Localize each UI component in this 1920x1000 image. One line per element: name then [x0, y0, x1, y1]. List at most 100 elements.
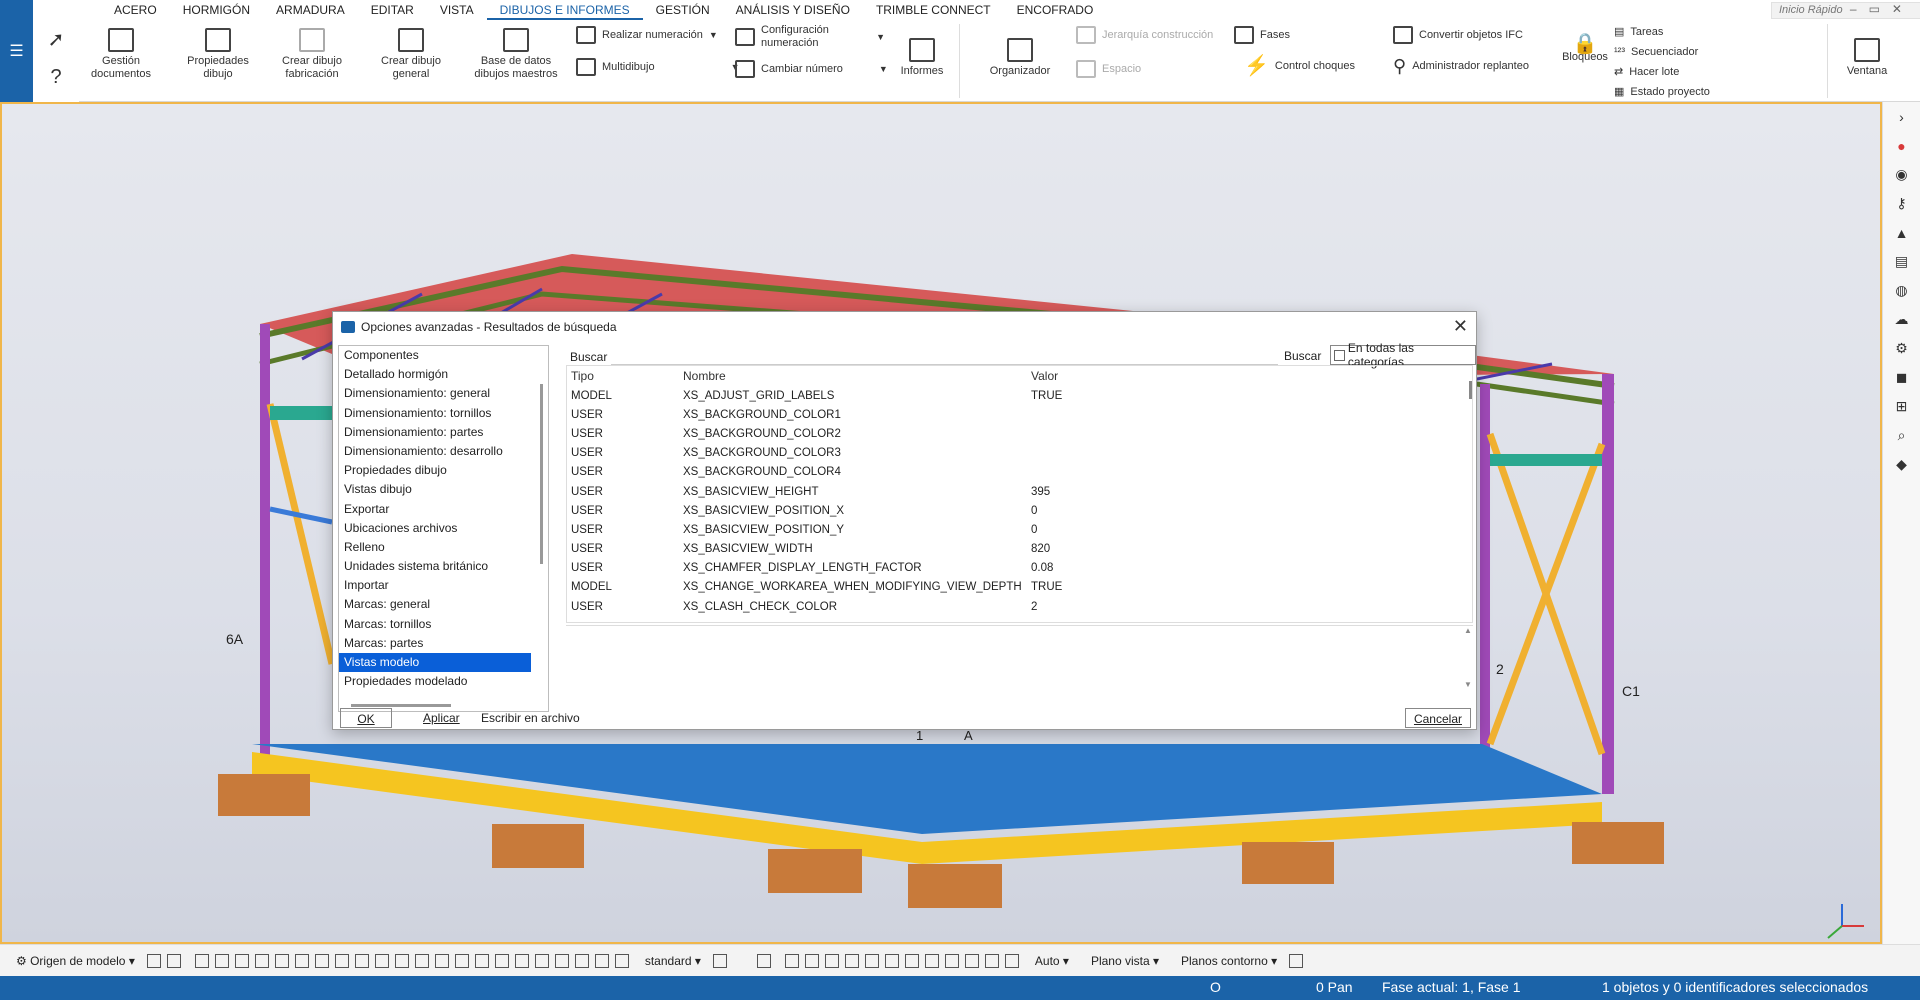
category-item[interactable]: Exportar — [339, 500, 548, 519]
ok-button[interactable]: OK — [340, 708, 392, 728]
category-item[interactable]: Dimensionamiento: partes — [339, 423, 548, 442]
select-icon[interactable] — [394, 953, 409, 968]
snap-shape-icon[interactable] — [884, 953, 899, 968]
trimble-icon[interactable]: ● — [1883, 131, 1920, 160]
snap-shape-icon[interactable] — [964, 953, 979, 968]
select-icon[interactable] — [294, 953, 309, 968]
write-file-button[interactable]: Escribir en archivo — [473, 708, 588, 728]
dialog-titlebar[interactable]: Opciones avanzadas - Resultados de búsqu… — [333, 312, 1476, 342]
category-item[interactable]: Vistas dibujo — [339, 480, 548, 499]
components-icon[interactable]: ⊞ — [1883, 392, 1920, 421]
globe-icon[interactable]: ◍ — [1883, 276, 1920, 305]
base-datos-button[interactable]: Base de datos dibujos maestros — [473, 28, 559, 81]
convertir-ifc-button[interactable]: Convertir objetos IFC — [1393, 26, 1523, 44]
select-icon[interactable] — [254, 953, 269, 968]
settings-key-icon[interactable]: ⚷ — [1883, 189, 1920, 218]
menu-icon[interactable]: ☰ — [0, 0, 33, 102]
snap-shape-icon[interactable] — [824, 953, 839, 968]
category-item[interactable]: Unidades sistema británico — [339, 557, 548, 576]
select-icon[interactable] — [334, 953, 349, 968]
snap-shape-icon[interactable] — [784, 953, 799, 968]
category-item[interactable]: Ubicaciones archivos — [339, 519, 548, 538]
tab-vista[interactable]: VISTA — [427, 0, 487, 20]
select-icon[interactable] — [194, 953, 209, 968]
snap-shape-icon[interactable] — [944, 953, 959, 968]
category-item-selected[interactable]: Vistas modelo — [339, 653, 531, 673]
gear-icon[interactable]: ⚙ — [1883, 334, 1920, 363]
tab-editar[interactable]: EDITAR — [358, 0, 427, 20]
category-item[interactable]: Marcas: general — [339, 595, 548, 614]
cloud-icon[interactable]: ☁ — [1883, 305, 1920, 334]
eye-icon[interactable] — [1289, 953, 1304, 968]
category-item[interactable]: Relleno — [339, 538, 548, 557]
select-icon[interactable] — [374, 953, 389, 968]
window-controls[interactable]: –▭✕ — [1850, 2, 1914, 16]
snap-shape-icon[interactable] — [984, 953, 999, 968]
category-item[interactable]: Marcas: tornillos — [339, 615, 548, 634]
search-input[interactable] — [611, 347, 1278, 365]
table-row[interactable]: USER XS_CHAMFER_DISPLAY_LENGTH_FACTOR 0.08 — [567, 559, 1472, 578]
select-icon[interactable] — [574, 953, 589, 968]
table-row[interactable]: USER XS_BACKGROUND_COLOR1 — [567, 405, 1472, 424]
fases-button[interactable]: Fases — [1234, 26, 1290, 44]
cambiar-numero-button[interactable]: Cambiar número ▼ — [735, 60, 888, 78]
estado-proyecto-button[interactable]: ▦ Estado proyecto — [1614, 86, 1710, 99]
cancel-button[interactable]: Cancelar — [1404, 708, 1471, 728]
multidibujo-button[interactable]: Multidibujo ▼ — [576, 58, 740, 76]
snap-shape-icon[interactable] — [1004, 953, 1019, 968]
tab-encofrado[interactable]: ENCOFRADO — [1004, 0, 1107, 20]
tab-trimble-connect[interactable]: TRIMBLE CONNECT — [863, 0, 1004, 20]
select-icon[interactable] — [274, 953, 289, 968]
all-categories-checkbox[interactable]: En todas las categorías — [1330, 341, 1476, 369]
planos-contorno-select[interactable]: Planos contorno ▾ — [1175, 954, 1283, 968]
category-list[interactable]: Componentes Detallado hormigón Dimension… — [338, 345, 549, 712]
organizador-button[interactable]: Organizador — [987, 38, 1053, 78]
clipboard-icon[interactable]: ▤ — [1883, 247, 1920, 276]
table-row[interactable]: USER XS_BASICVIEW_WIDTH 820 — [567, 540, 1472, 559]
administrador-replanteo-button[interactable]: ⚲ Administrador replanteo — [1393, 57, 1533, 75]
control-choques-button[interactable]: ⚡ Control choques — [1244, 56, 1355, 76]
category-item[interactable]: Dimensionamiento: general — [339, 384, 548, 403]
select-icon[interactable] — [494, 953, 509, 968]
table-row[interactable]: MODEL XS_ADJUST_GRID_LABELS TRUE — [567, 386, 1472, 405]
table-row[interactable]: USER XS_BACKGROUND_COLOR4 — [567, 463, 1472, 482]
tab-dibujos-informes[interactable]: DIBUJOS E INFORMES — [486, 0, 643, 20]
secuenciador-button[interactable]: ¹²³ Secuenciador — [1614, 46, 1698, 59]
tab-hormigon[interactable]: HORMIGÓN — [170, 0, 263, 20]
snap-shape-icon[interactable] — [924, 953, 939, 968]
tab-armadura[interactable]: ARMADURA — [263, 0, 358, 20]
table-row[interactable]: MODEL XS_CHANGE_WORKAREA_WHEN_MODIFYING_V… — [567, 578, 1472, 597]
table-row[interactable]: USER XS_BACKGROUND_COLOR2 — [567, 424, 1472, 443]
category-item[interactable]: Propiedades dibujo — [339, 461, 548, 480]
help-tool-icon[interactable]: ? — [33, 58, 79, 96]
select-icon[interactable] — [314, 953, 329, 968]
select-icon[interactable] — [554, 953, 569, 968]
search-button[interactable]: Buscar — [1284, 349, 1321, 363]
tab-gestion[interactable]: GESTIÓN — [643, 0, 723, 20]
column-header[interactable]: Tipo — [567, 369, 679, 383]
propiedades-dibujo-button[interactable]: Propiedades dibujo — [186, 28, 250, 81]
column-header[interactable]: Valor — [1027, 369, 1187, 383]
informes-button[interactable]: Informes — [897, 38, 947, 78]
select-icon[interactable] — [614, 953, 629, 968]
select-icon[interactable] — [354, 953, 369, 968]
ventana-button[interactable]: Ventana — [1839, 38, 1895, 78]
configuracion-numeracion-button[interactable]: Configuración numeración ▼ — [735, 24, 885, 50]
table-row[interactable]: USER XS_BASICVIEW_POSITION_Y 0 — [567, 520, 1472, 539]
tag-icon[interactable]: ◆ — [1883, 450, 1920, 479]
select-icon[interactable] — [534, 953, 549, 968]
hacer-lote-button[interactable]: ⇄ Hacer lote — [1614, 66, 1679, 79]
category-item[interactable]: Detallado hormigón — [339, 365, 548, 384]
close-icon[interactable]: ✕ — [1453, 316, 1468, 336]
tab-acero[interactable]: ACERO — [101, 0, 170, 20]
eye-icon[interactable]: ◉ — [1883, 160, 1920, 189]
apply-button[interactable]: Aplicar — [415, 708, 468, 728]
gestion-documentos-button[interactable]: Gestión documentos — [91, 28, 151, 81]
filter-icon[interactable] — [712, 953, 727, 968]
column-header[interactable]: Nombre — [679, 369, 1027, 383]
snap-shape-icon[interactable] — [844, 953, 859, 968]
select-arrow-icon[interactable]: ➚ — [33, 20, 79, 58]
select-icon[interactable] — [594, 953, 609, 968]
select-icon[interactable] — [434, 953, 449, 968]
scrollbar[interactable]: ▲ ▼ — [1463, 626, 1473, 704]
